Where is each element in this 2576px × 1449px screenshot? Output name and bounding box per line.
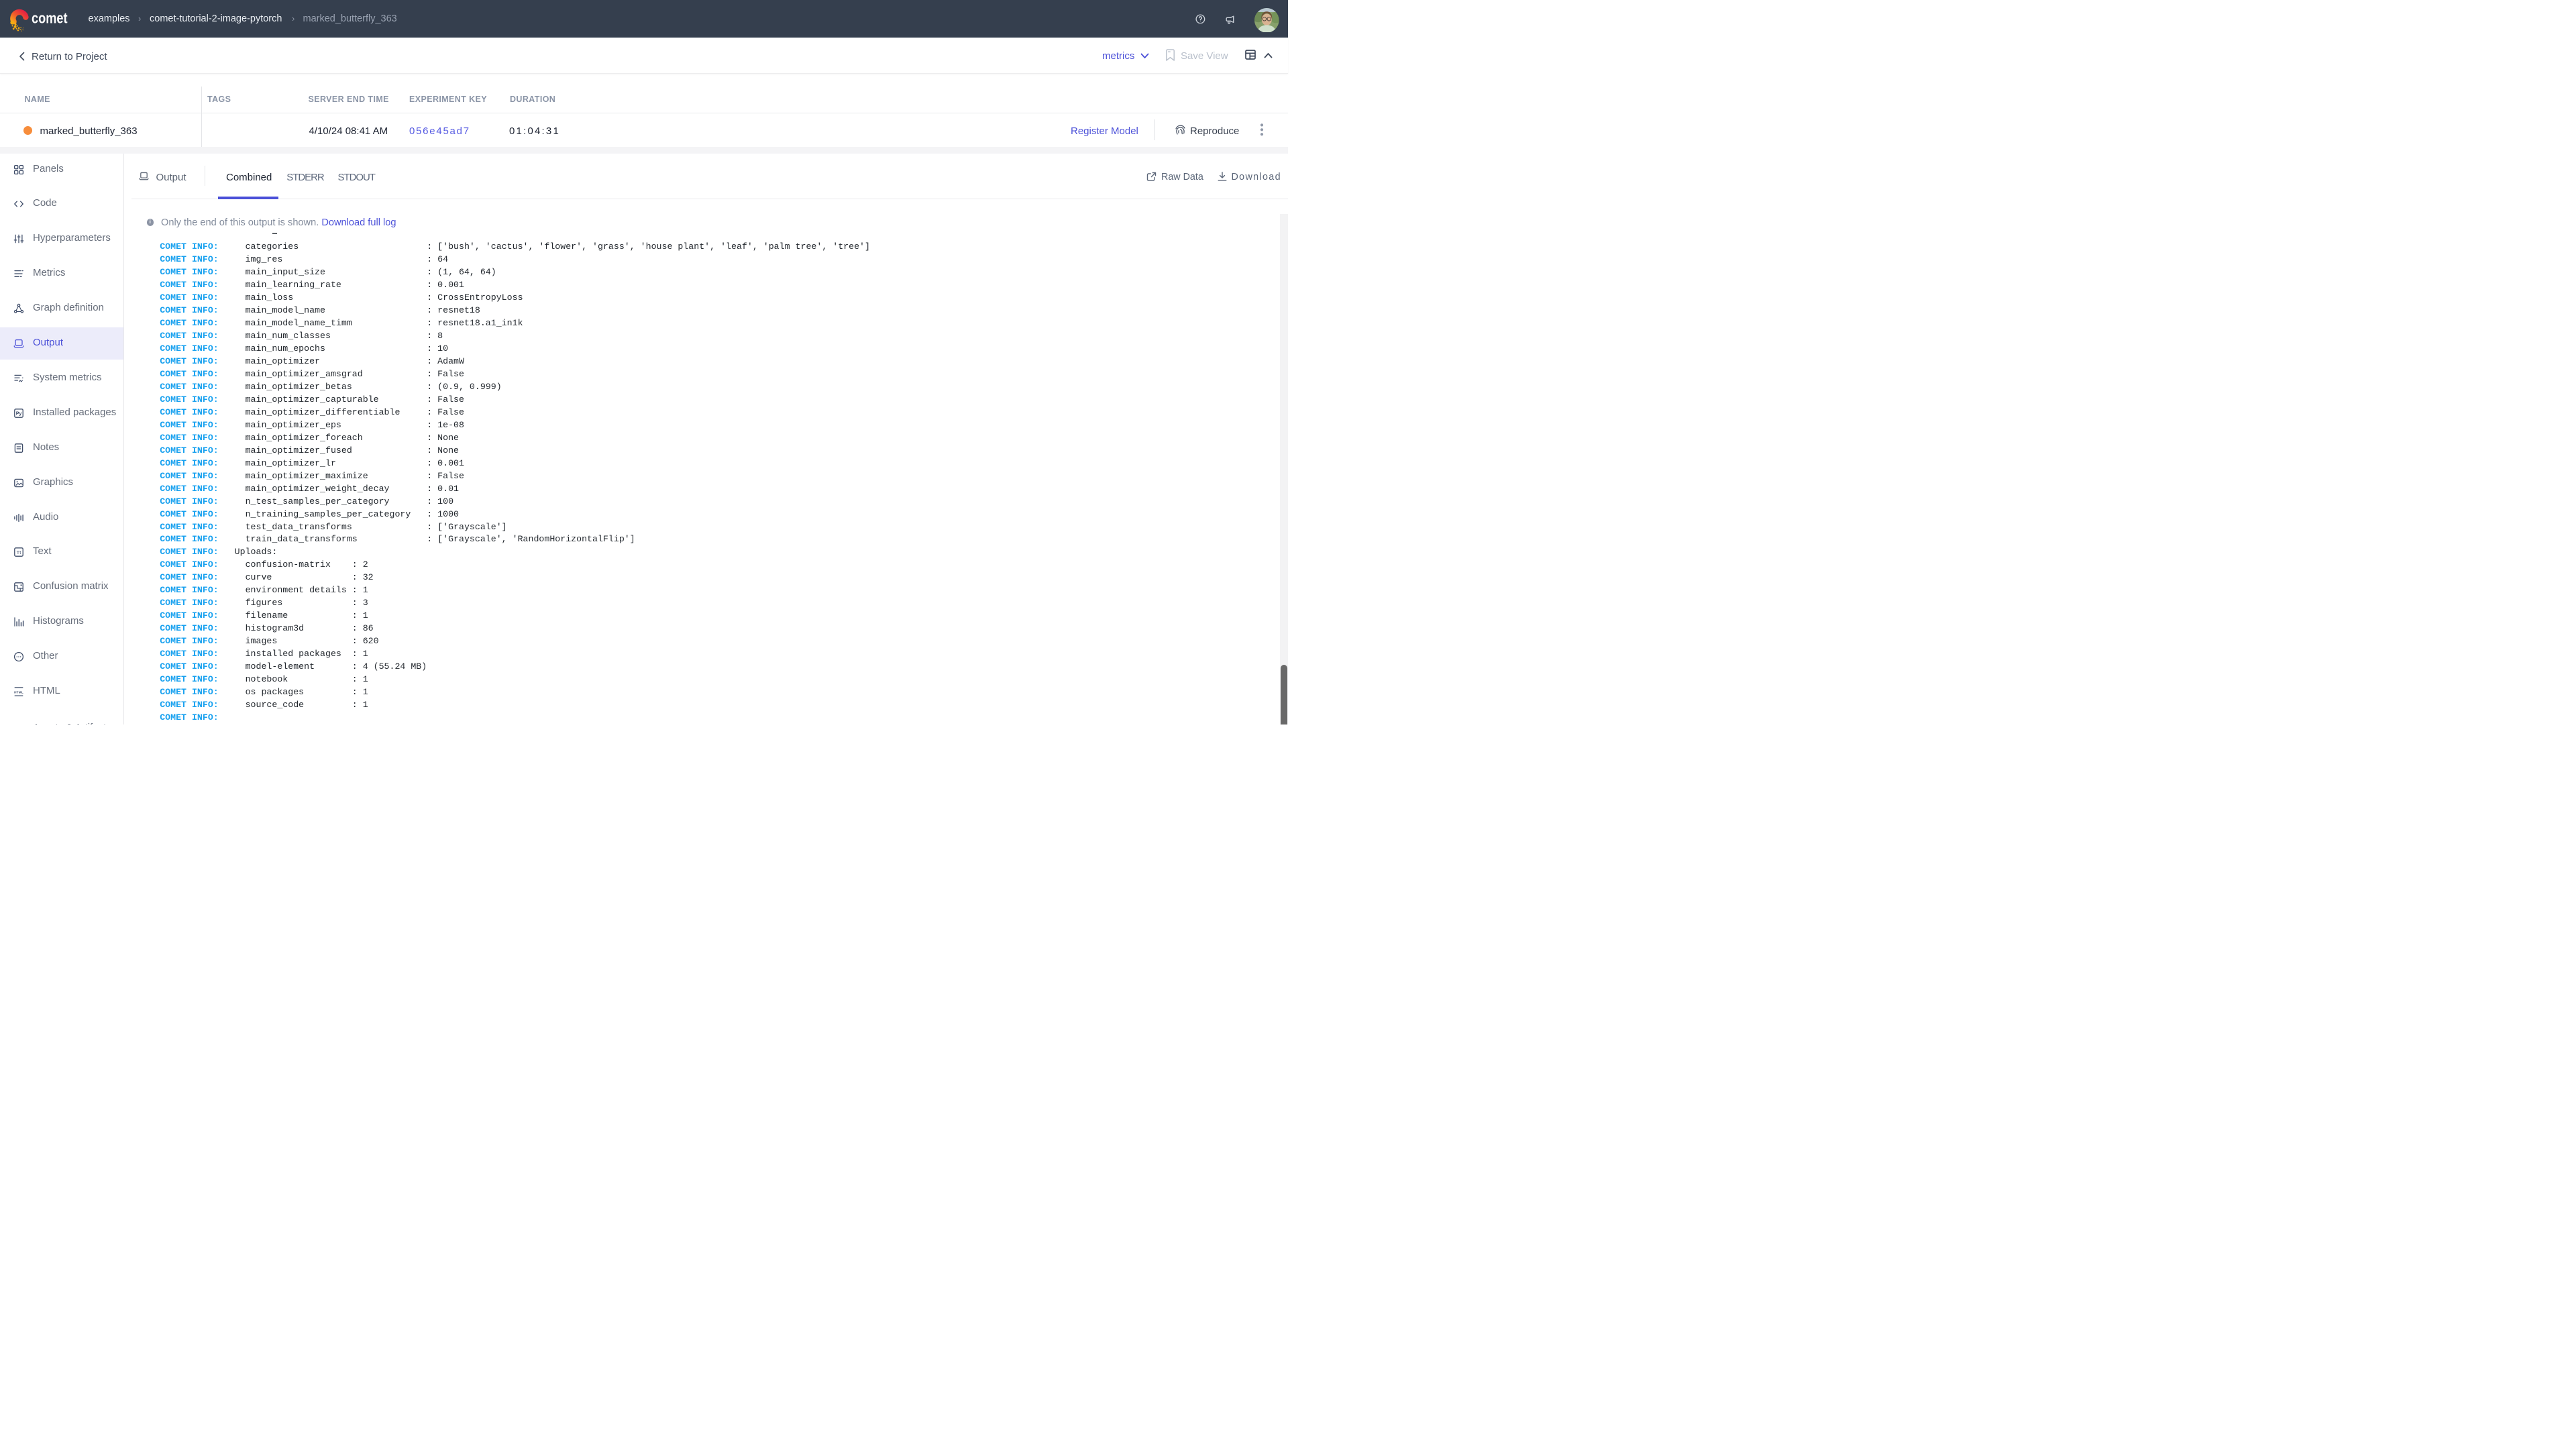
svg-text:Py: Py: [16, 411, 22, 416]
svg-text:comet: comet: [32, 9, 68, 26]
svg-text:Tt: Tt: [17, 549, 22, 555]
svg-text:HTML: HTML: [14, 690, 23, 694]
